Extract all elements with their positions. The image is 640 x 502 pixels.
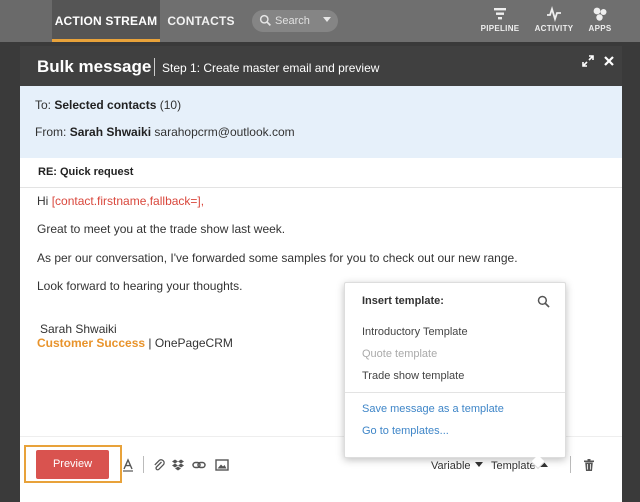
popover-title: Insert template: — [362, 295, 444, 307]
header-divider — [154, 58, 155, 76]
subject-text[interactable]: RE: Quick request — [38, 166, 133, 178]
from-email[interactable]: sarahopcrm@outlook.com — [154, 125, 294, 139]
dropbox-icon[interactable] — [171, 458, 185, 472]
popover-divider — [345, 392, 565, 393]
from-line: From: Sarah Shwaiki sarahopcrm@outlook.c… — [35, 125, 295, 139]
template-item-introductory[interactable]: Introductory Template — [362, 326, 468, 338]
trash-icon[interactable] — [582, 458, 596, 472]
nav-pipeline-label: PIPELINE — [480, 24, 520, 33]
nav-pipeline[interactable]: PIPELINE — [476, 6, 524, 33]
signature-company: OnePageCRM — [154, 336, 233, 350]
chevron-down-icon — [474, 462, 483, 467]
body-line-2: As per our conversation, I've forwarded … — [37, 251, 518, 265]
apps-icon — [593, 7, 607, 21]
subject-field[interactable]: RE: Quick request — [20, 158, 622, 188]
tab-action-stream[interactable]: ACTION STREAM — [52, 0, 160, 42]
modal-header: Bulk message Step 1: Create master email… — [20, 46, 622, 86]
nav-apps[interactable]: APPS — [584, 6, 616, 33]
signature-name: Sarah Shwaiki — [40, 322, 117, 336]
to-value[interactable]: Selected contacts — [54, 98, 156, 112]
template-item-quote: Quote template — [362, 348, 438, 360]
preview-button[interactable]: Preview — [36, 450, 109, 479]
signature-role: Customer Success — [37, 336, 146, 350]
body-line-1: Great to meet you at the trade show last… — [37, 222, 286, 236]
text-format-icon[interactable] — [121, 458, 135, 472]
link-icon[interactable] — [192, 458, 206, 472]
search-icon[interactable] — [537, 295, 550, 308]
toolbar-separator-right — [570, 456, 571, 473]
close-icon[interactable] — [602, 54, 616, 68]
body-line-3: Look forward to hearing your thoughts. — [37, 279, 243, 293]
signature-separator: | — [145, 336, 155, 350]
filter-icon — [494, 8, 506, 20]
greeting-comma: , — [200, 194, 205, 208]
image-icon[interactable] — [215, 458, 229, 472]
template-label: Template — [491, 460, 536, 472]
expand-icon[interactable] — [581, 54, 595, 68]
to-count: (10) — [159, 98, 182, 112]
search-input[interactable]: Search — [252, 10, 338, 32]
greeting-text: Hi — [37, 194, 49, 208]
merge-field-firstname[interactable]: [contact.firstname,fallback=] — [52, 194, 201, 208]
to-line: To: Selected contacts (10) — [35, 98, 181, 112]
nav-activity-label: ACTIVITY — [534, 24, 574, 33]
variable-label: Variable — [431, 460, 471, 472]
nav-apps-label: APPS — [588, 24, 612, 33]
from-label: From: — [35, 125, 67, 139]
pulse-icon — [547, 6, 561, 22]
go-to-templates-link[interactable]: Go to templates... — [362, 425, 449, 437]
modal-step-label: Step 1: Create master email and preview — [162, 61, 380, 75]
insert-template-popover: Insert template: Introductory Template Q… — [344, 282, 566, 458]
nav-left-strip — [0, 0, 52, 42]
search-icon — [259, 14, 271, 26]
search-dropdown-caret-icon[interactable] — [323, 17, 331, 22]
recipients-panel: To: Selected contacts (10) From: Sarah S… — [20, 86, 622, 158]
attachment-icon[interactable] — [152, 458, 166, 472]
modal-title: Bulk message — [37, 57, 152, 76]
toolbar-separator — [143, 456, 144, 473]
tab-contacts[interactable]: CONTACTS — [160, 0, 242, 42]
top-nav-bar: ACTION STREAM CONTACTS Search PIPELINE A… — [0, 0, 640, 42]
template-item-trade-show[interactable]: Trade show template — [362, 370, 464, 382]
save-as-template-link[interactable]: Save message as a template — [362, 403, 504, 415]
variable-dropdown[interactable]: Variable — [431, 460, 483, 472]
to-label: To: — [35, 98, 52, 112]
search-placeholder: Search — [275, 15, 310, 27]
from-name[interactable]: Sarah Shwaiki — [70, 125, 151, 139]
nav-activity[interactable]: ACTIVITY — [530, 6, 578, 33]
greeting-line: Hi [contact.firstname,fallback=], — [37, 194, 204, 208]
signature-role-line: Customer Success | OnePageCRM — [37, 336, 233, 350]
